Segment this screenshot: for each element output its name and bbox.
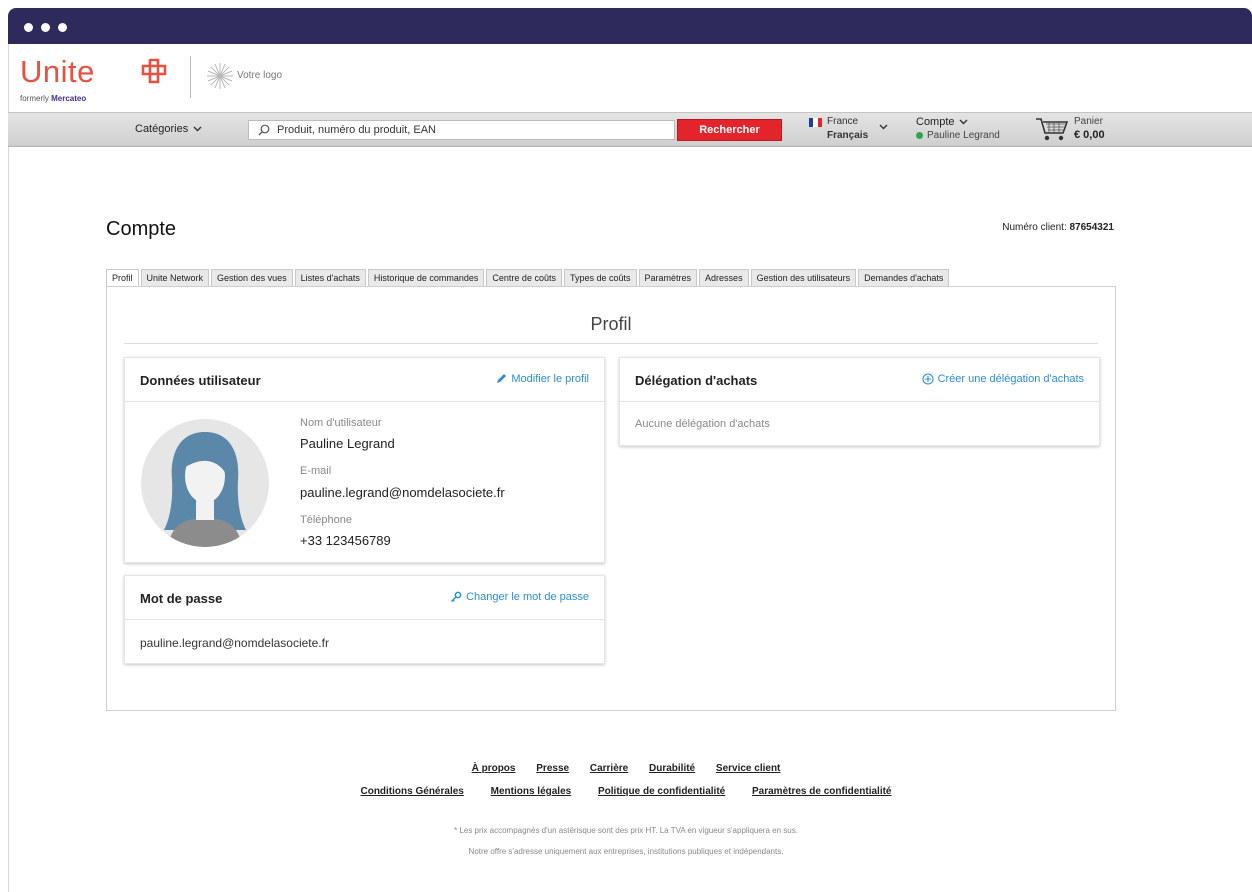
create-delegation-label: Créer une délégation d'achats [937,373,1084,385]
window-minimize-dot[interactable] [41,23,50,32]
password-login-value: pauline.legrand@nomdelasociete.fr [140,636,329,650]
footer-link-parametres-confidentialite[interactable]: Paramètres de confidentialité [752,786,892,797]
plus-knot-icon [141,58,167,84]
search-button[interactable]: Rechercher [677,119,782,141]
custom-logo-text: Votre logo [237,70,283,81]
email-value: pauline.legrand@nomdelasociete.fr [300,485,505,500]
page-title: Compte [106,218,177,240]
password-card: Mot de passe Changer le mot de passe pau… [124,575,605,664]
categories-menu[interactable]: Catégories [135,123,202,135]
client-number: Numéro client: 87654321 [1002,222,1114,233]
card-title: Données utilisateur [140,373,261,388]
plus-circle-icon [922,373,934,385]
account-tabs: Profil Unite Network Gestion des vues Li… [106,269,950,287]
locale-country: France [827,116,859,127]
footer-link-carriere[interactable]: Carrière [590,763,628,774]
logo-divider [190,56,191,98]
cart-label: Panier [1074,116,1103,127]
window-title-bar [8,8,1252,44]
tab-types-de-couts[interactable]: Types de coûts [563,269,637,286]
client-number-value: 87654321 [1069,222,1115,233]
brand-formerly-text: formerly Mercateo [20,94,86,103]
account-menu[interactable]: Compte Pauline Legrand [916,116,1000,141]
card-header: Mot de passe Changer le mot de passe [125,576,604,620]
card-title: Mot de passe [140,591,223,606]
account-user: Pauline Legrand [916,130,1000,141]
formerly-label: formerly [20,94,49,103]
account-user-name: Pauline Legrand [927,130,1000,141]
footer-links-legal: Conditions Générales Mentions légales Po… [0,786,1252,797]
search-field[interactable] [248,120,675,140]
footer-links-primary: À propos Presse Carrière Durabilité Serv… [0,763,1252,774]
chevron-down-icon [879,124,888,130]
delegation-card: Délégation d'achats Créer une délégation… [619,357,1100,446]
tab-listes-achats[interactable]: Listes d'achats [294,269,366,286]
tab-unite-network[interactable]: Unite Network [140,269,210,286]
tab-gestion-des-vues[interactable]: Gestion des vues [211,269,293,286]
chevron-down-icon [959,119,968,125]
edit-profile-label: Modifier le profil [511,373,589,385]
card-header: Données utilisateur Modifier le profil [125,358,604,402]
chevron-down-icon [193,126,202,132]
tab-profil[interactable]: Profil [106,269,139,287]
window-maximize-dot[interactable] [58,23,67,32]
tab-gestion-utilisateurs[interactable]: Gestion des utilisateurs [750,269,857,286]
window-close-dot[interactable] [24,23,33,32]
footer-link-politique[interactable]: Politique de confidentialité [598,786,725,797]
delegation-empty-text: Aucune délégation d'achats [635,418,770,430]
phone-label: Téléphone [300,514,352,526]
username-label: Nom d'utilisateur [300,417,382,429]
tab-demandes-achats[interactable]: Demandes d'achats [858,269,950,286]
former-brand-name: Mercateo [51,94,87,103]
create-delegation-link[interactable]: Créer une délégation d'achats [922,373,1084,385]
french-flag-icon [809,118,822,127]
tab-centre-de-couts[interactable]: Centre de coûts [486,269,562,286]
tab-parametres[interactable]: Paramètres [638,269,698,286]
brand-name: Unite [20,54,95,89]
footer-link-apropos[interactable]: À propos [472,763,516,774]
email-label: E-mail [300,465,332,477]
account-label: Compte [916,116,955,128]
client-number-label: Numéro client: [1002,222,1067,233]
search-input[interactable] [277,124,657,136]
section-divider [124,343,1098,344]
shopping-cart-icon[interactable] [1035,116,1069,142]
change-password-label: Changer le mot de passe [466,591,589,603]
pencil-icon [497,374,507,383]
tab-adresses[interactable]: Adresses [699,269,749,286]
footer-link-durabilite[interactable]: Durabilité [649,763,695,774]
tab-historique-commandes[interactable]: Historique de commandes [367,269,485,286]
footer-note-vat: * Les prix accompagnés d'un astérisque s… [454,826,798,835]
cart-total: € 0,00 [1074,129,1105,141]
key-icon [451,591,462,603]
section-title: Profil [590,314,632,334]
footer-link-mentions[interactable]: Mentions légales [491,786,572,797]
card-header: Délégation d'achats Créer une délégation… [620,358,1099,402]
search-icon [258,124,270,136]
account-title: Compte [916,116,1000,128]
online-status-icon [916,132,923,139]
footer-note-audience: Notre offre s'adresse uniquement aux ent… [468,847,784,856]
phone-value: +33 123456789 [300,533,391,548]
footer-link-service-client[interactable]: Service client [716,763,780,774]
footer-link-presse[interactable]: Presse [536,763,569,774]
card-title: Délégation d'achats [635,373,758,388]
locale-language: Français [827,130,869,141]
footer-link-conditions[interactable]: Conditions Générales [360,786,463,797]
categories-label: Catégories [135,123,189,135]
profile-panel: Profil Données utilisateur Modifier le p… [106,286,1116,711]
user-avatar-icon [141,419,269,547]
username-value: Pauline Legrand [300,436,395,451]
edit-profile-link[interactable]: Modifier le profil [495,373,589,385]
top-navbar: Catégories Rechercher France Français Co… [8,112,1252,147]
user-data-card: Données utilisateur Modifier le profil N… [124,357,605,563]
change-password-link[interactable]: Changer le mot de passe [450,591,589,603]
sunburst-icon [207,63,233,89]
